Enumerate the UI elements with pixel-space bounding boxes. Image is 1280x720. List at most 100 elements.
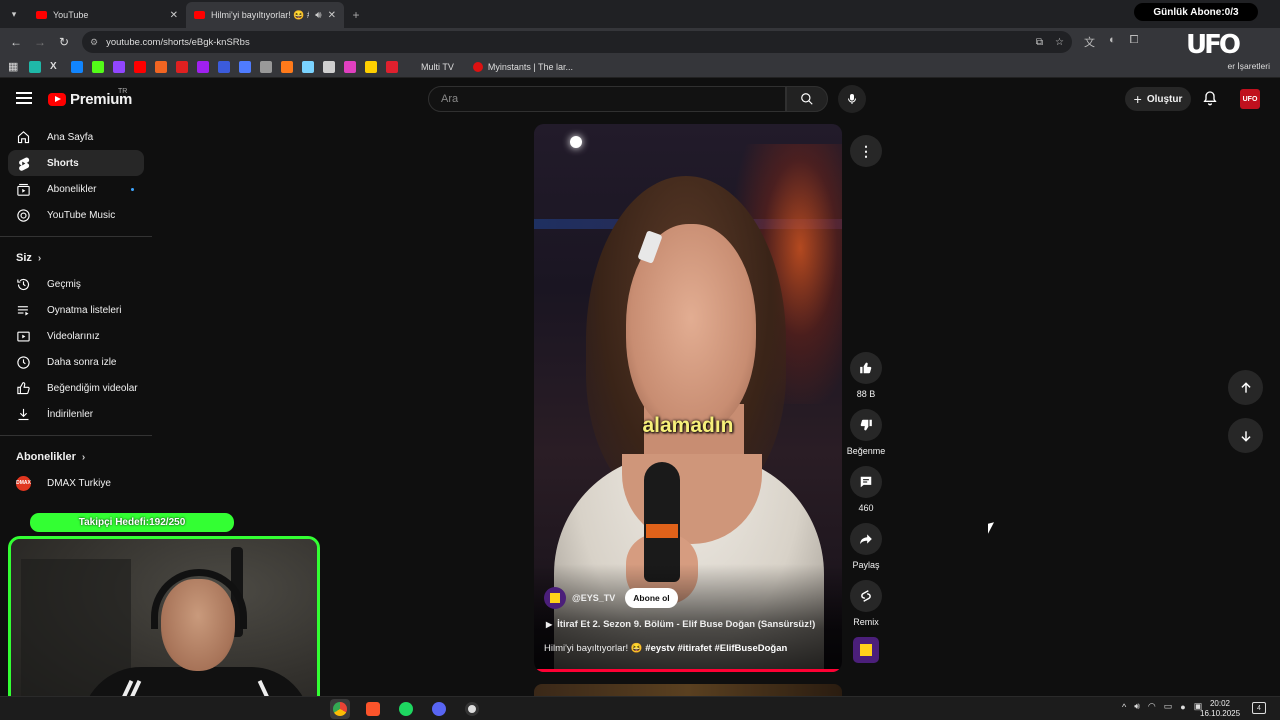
notifications-bell-icon[interactable] [1202,90,1218,111]
youtube-premium-logo[interactable]: Premium TR [48,88,132,108]
sidebar-divider [0,236,152,237]
sidebar-item-history[interactable]: Geçmiş [8,271,144,297]
volume-icon[interactable]: 🔊︎ [1134,701,1140,712]
bookmark-icon[interactable] [197,60,209,73]
shorts-video-player[interactable]: alamadın @EYS_TV Abone ol ▶ İtiraf Et 2.… [534,124,842,672]
sidebar-channel-dmax[interactable]: DMAX DMAX Turkiye [8,470,144,496]
channel-name[interactable]: @EYS_TV [572,593,615,603]
sidebar-item-shorts[interactable]: Shorts [8,150,144,176]
bookmark-icon[interactable] [302,60,314,73]
bookmark-icon[interactable] [29,60,41,73]
site-info-icon[interactable]: ⚙ [90,37,98,48]
more-options-button[interactable]: ⋮ [850,135,882,167]
video-caption: alamadın [642,414,734,437]
sidebar-item-your-videos[interactable]: Videolarınız [8,323,144,349]
x-icon[interactable]: X [50,61,62,73]
reload-button[interactable]: ↻ [52,30,76,54]
comment-count: 460 [858,503,874,513]
comments-button[interactable] [850,466,882,498]
mic-tray-icon[interactable]: ● [1180,702,1185,712]
wifi-icon[interactable]: ◠ [1148,701,1156,712]
youtube-icon[interactable] [134,60,146,73]
share-button[interactable] [850,523,882,555]
new-tab-button[interactable]: + [344,2,368,28]
kick-icon[interactable] [92,60,104,73]
bookmark-icon[interactable] [176,60,188,73]
sidebar-section-subscriptions[interactable]: Abonelikler › [0,444,152,470]
menu-icon[interactable] [16,92,32,104]
audio-icon[interactable]: 🔊︎ [315,10,321,21]
next-short-button[interactable] [1228,418,1263,453]
translate-icon[interactable]: 文 [1084,34,1095,50]
bookmark-icon[interactable] [218,60,230,73]
sidebar-item-watch-later[interactable]: Daha sonra izle [8,349,144,375]
video-description[interactable]: Hilmi'yi bayıltıyorlar! 😆 #eystv #itiraf… [544,643,787,654]
bookmark-icon[interactable] [260,60,272,73]
bookmark-icon[interactable] [386,60,398,73]
sidebar-item-downloads[interactable]: İndirilenler [8,401,144,427]
bookmark-icon[interactable] [281,60,293,73]
bookmark-icon[interactable] [239,60,251,73]
spotify-taskbar-icon[interactable] [396,699,416,719]
install-app-icon[interactable]: ⧉ [1036,37,1043,48]
tab-short-video[interactable]: Hilmi'yi bayıltıyorlar! 😆 #e 🔊︎ ✕ [186,2,344,28]
sidebar-item-youtube-music[interactable]: YouTube Music [8,202,144,228]
share-icon [860,534,872,545]
sidebar-section-you[interactable]: Siz › [0,245,152,271]
forward-button[interactable]: → [28,30,52,54]
dislike-button[interactable] [850,409,882,441]
account-avatar[interactable]: UFO [1240,89,1260,109]
close-tab-icon[interactable]: ✕ [170,10,178,21]
back-button[interactable]: ← [4,30,28,54]
extensions-puzzle-icon[interactable]: ⧠ [1130,34,1139,50]
previous-short-button[interactable] [1228,370,1263,405]
voice-search-button[interactable] [838,85,866,113]
thumbs-up-icon [860,362,872,374]
video-progress-bar[interactable] [534,669,842,672]
obs-taskbar-icon[interactable] [462,699,482,719]
youtube-logo-icon [48,93,66,106]
chevron-right-icon: › [81,451,86,463]
close-tab-icon[interactable]: ✕ [328,10,336,21]
sidebar-item-playlists[interactable]: Oynatma listeleri [8,297,144,323]
chrome-taskbar-icon[interactable] [330,699,350,719]
extension-icon[interactable]: ◐ [1109,34,1116,50]
sidebar-item-subscriptions[interactable]: Abonelikler [8,176,144,202]
address-bar[interactable]: ⚙ youtube.com/shorts/eBgk-knSRbs ⧉ ☆ [82,31,1072,53]
channel-avatar[interactable] [544,587,566,609]
tab-youtube[interactable]: YouTube ✕ [28,2,186,28]
apps-grid-icon[interactable]: ▦ [8,61,20,73]
remix-button[interactable] [850,580,882,612]
tray-expand-icon[interactable]: ^ [1122,702,1126,712]
network-icon[interactable]: ▭ [1164,701,1173,712]
twitch-icon[interactable] [113,60,125,73]
other-bookmarks[interactable]: er İşaretleri [1227,61,1270,71]
like-button[interactable] [850,352,882,384]
share-action: Paylaş [846,523,886,572]
taskbar-clock[interactable]: 20:02 16.10.2025 [1200,699,1240,719]
sidebar-item-home[interactable]: Ana Sayfa [8,124,144,150]
sidebar-item-liked-videos[interactable]: Beğendiğim videolar [8,375,144,401]
related-video-link[interactable]: ▶ İtiraf Et 2. Sezon 9. Bölüm - Elif Bus… [546,619,815,630]
create-button[interactable]: + Oluştur [1125,87,1191,111]
bookmark-icon[interactable] [155,60,167,73]
notification-center-icon[interactable]: 4 [1252,702,1266,714]
bluesky-icon[interactable] [71,60,83,73]
brave-taskbar-icon[interactable] [363,699,383,719]
bookmark-icon[interactable] [323,60,335,73]
hashtags[interactable]: #eystv #itirafet #ElifBuseDoğan [645,643,787,654]
bookmark-icon[interactable] [365,60,377,73]
follower-goal-bar: Takipçi Hedefi:192/250 [30,513,234,532]
subscribe-button[interactable]: Abone ol [625,588,678,608]
bookmark-myinstants[interactable]: Myinstants | The lar... [472,61,573,72]
sound-source-avatar[interactable] [853,637,879,663]
progress-fill [534,669,839,672]
search-input[interactable]: Ara [428,86,786,112]
bookmark-multi-tv[interactable]: Multi TV [421,62,454,72]
channel-row: @EYS_TV Abone ol [544,587,678,609]
search-button[interactable] [786,86,828,112]
discord-taskbar-icon[interactable] [429,699,449,719]
bookmark-icon[interactable] [344,60,356,73]
bookmark-star-icon[interactable]: ☆ [1055,37,1064,48]
tab-search-icon[interactable]: ▾ [0,0,28,28]
